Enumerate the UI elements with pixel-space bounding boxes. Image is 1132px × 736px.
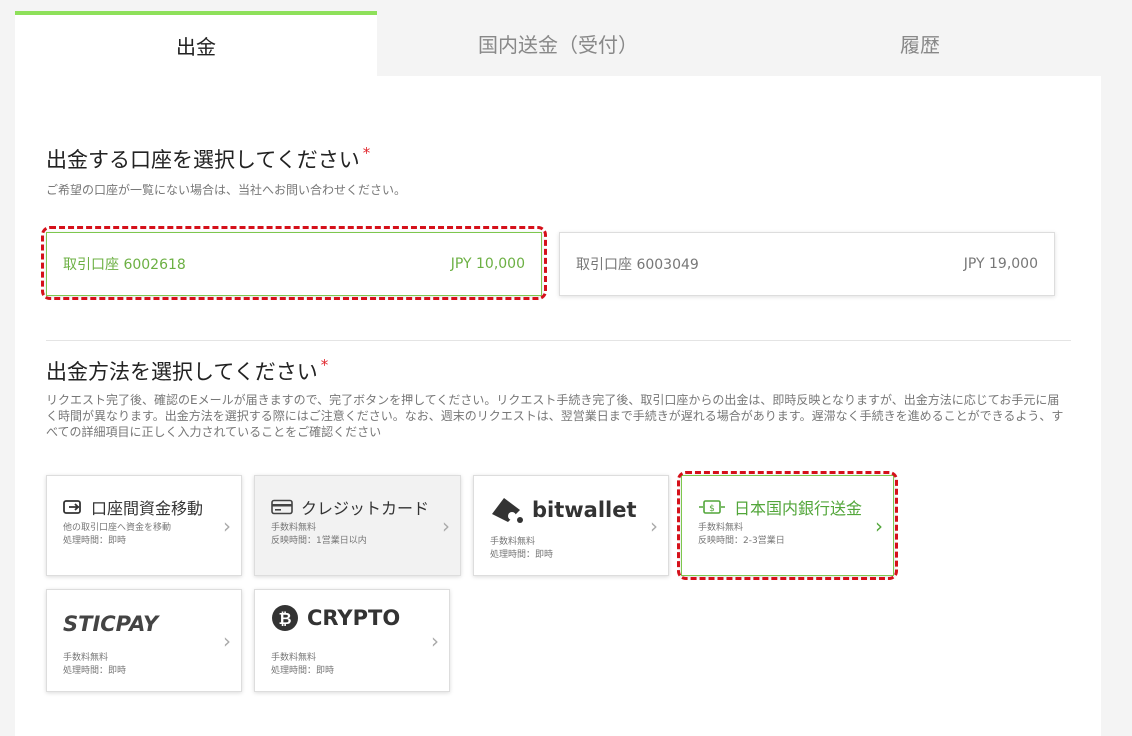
svg-text:$: $ [709,504,715,514]
method-title-text: bitwallet [532,498,637,522]
method-info-line2: 処理時間：即時 [271,666,335,676]
method-info-line2: 処理時間：即時 [63,666,127,676]
method-title: 口座間資金移動 [63,495,203,519]
method-info: 手数料無料 処理時間：即時 [271,652,334,678]
chevron-right-icon: › [223,513,231,538]
method-card-domestic-bank[interactable]: $ 日本国内銀行送金 手数料無料 反映時間：2-3営業日 › [681,475,894,576]
method-info-line2: 処理時間：即時 [63,536,127,546]
method-info-line1: 他の取引口座へ資金を移動 [63,523,172,533]
bitwallet-logo [490,496,524,524]
chevron-right-icon: › [875,513,883,538]
method-title-text: CRYPTO [307,606,401,630]
chevron-right-icon: › [442,513,450,538]
account-section-title: 出金する口座を選択してください * [46,144,370,174]
method-card-crypto[interactable]: ₿ CRYPTO 手数料無料 処理時間：即時 › [254,589,450,692]
method-title: ₿ CRYPTO [271,604,400,632]
tab-bar: 出金 国内送金（受付） 履歴 [15,11,1101,76]
account-card-6002618[interactable]: 取引口座 6002618 JPY 10,000 [46,232,542,296]
account-section-subtitle: ご希望の口座が一覧にない場合は、当社へお問い合わせください。 [46,183,407,197]
method-section-title-text: 出金方法を選択してください [46,360,318,384]
method-info-line2: 反映時間：1営業日以内 [271,536,367,546]
section-divider [46,340,1071,341]
method-info-line1: 手数料無料 [63,653,109,663]
chevron-right-icon: › [223,628,231,653]
withdrawal-panel: 出金する口座を選択してください * ご希望の口座が一覧にない場合は、当社へお問い合… [15,76,1101,736]
account-section-title-text: 出金する口座を選択してください [46,148,360,172]
method-title-text: 口座間資金移動 [91,499,204,518]
bank-transfer-icon: $ [698,499,726,515]
bitcoin-icon: ₿ [271,604,299,632]
method-info-line2: 反映時間：2-3営業日 [698,536,785,546]
required-mark: * [320,356,329,374]
method-title: bitwallet [490,496,637,524]
tab-withdrawal[interactable]: 出金 [15,11,377,76]
method-info: 手数料無料 処理時間：即時 [490,536,553,562]
method-card-internal-transfer[interactable]: 口座間資金移動 他の取引口座へ資金を移動 処理時間：即時 › [46,475,242,576]
transfer-icon [63,499,83,515]
method-info-line1: 手数料無料 [490,537,536,547]
account-balance: JPY 10,000 [450,256,525,272]
method-section-description: リクエスト完了後、確認のEメールが届きますので、完了ボタンを押してください。リク… [46,393,1064,439]
method-card-credit-card[interactable]: クレジットカード 手数料無料 反映時間：1営業日以内 › [254,475,461,576]
method-info: 手数料無料 反映時間：1営業日以内 [271,522,367,548]
method-info: 手数料無料 反映時間：2-3営業日 [698,522,785,548]
method-title-text: 日本国内銀行送金 [734,499,863,518]
method-card-sticpay[interactable]: STICPAY 手数料無料 処理時間：即時 › [46,589,242,692]
required-mark: * [362,144,371,162]
account-balance: JPY 19,000 [963,256,1038,272]
method-info: 他の取引口座へ資金を移動 処理時間：即時 [63,522,171,548]
method-info-line1: 手数料無料 [698,523,744,533]
account-card-6003049[interactable]: 取引口座 6003049 JPY 19,000 [559,232,1055,296]
method-info-line2: 処理時間：即時 [490,550,554,560]
chevron-right-icon: › [431,628,439,653]
bitcoin-symbol: ₿ [278,609,291,628]
method-title: クレジットカード [271,495,429,519]
method-section-title: 出金方法を選択してください * [46,356,328,386]
method-info-line1: 手数料無料 [271,653,317,663]
method-card-bitwallet[interactable]: bitwallet 手数料無料 処理時間：即時 › [473,475,669,576]
method-info: 手数料無料 処理時間：即時 [63,652,126,678]
account-name: 取引口座 6002618 [63,257,186,273]
method-title: STICPAY [63,612,158,636]
credit-card-icon [271,499,293,515]
method-info-line1: 手数料無料 [271,523,317,533]
method-title: $ 日本国内銀行送金 [698,495,862,519]
tab-history[interactable]: 履歴 [739,11,1101,76]
chevron-right-icon: › [650,513,658,538]
tab-domestic-transfer[interactable]: 国内送金（受付） [377,11,739,76]
method-title-text: クレジットカード [301,499,430,518]
account-name: 取引口座 6003049 [576,257,699,273]
sticpay-logo: STICPAY [63,612,159,636]
